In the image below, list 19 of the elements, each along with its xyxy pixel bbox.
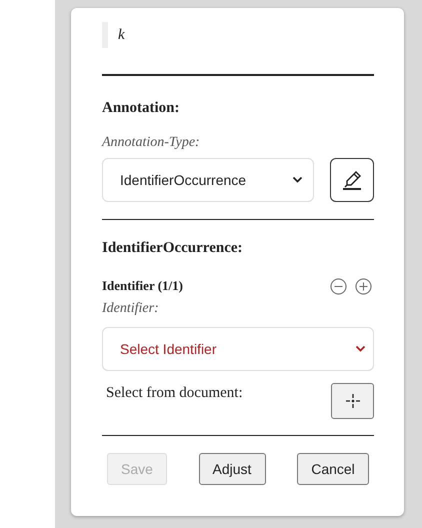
- quote-text: k: [118, 26, 125, 45]
- action-button[interactable]: Adjust: [198, 453, 266, 485]
- chevron-down-icon: [355, 345, 366, 353]
- group-title: Identifier (1/1): [102, 277, 183, 296]
- field-label: Annotation-Type:: [102, 134, 201, 152]
- identifier-select[interactable]: Select Identifier: [102, 327, 374, 371]
- highlight-button[interactable]: [330, 158, 374, 202]
- remove-icon[interactable]: [330, 278, 347, 294]
- field-label: Identifier:: [102, 300, 160, 318]
- section-heading: IdentifierOccurrence:: [102, 239, 244, 258]
- crosshair-icon: [344, 393, 360, 409]
- chevron-down-icon: [292, 176, 303, 184]
- add-icon[interactable]: [355, 278, 372, 294]
- highlighter-icon: [341, 169, 363, 191]
- action-button[interactable]: Cancel: [297, 453, 369, 485]
- section-heading: Annotation:: [102, 99, 181, 118]
- field-label: Select from document:: [106, 384, 243, 403]
- type-select[interactable]: IdentifierOccurrence: [102, 158, 314, 202]
- crosshair-button[interactable]: [331, 383, 374, 419]
